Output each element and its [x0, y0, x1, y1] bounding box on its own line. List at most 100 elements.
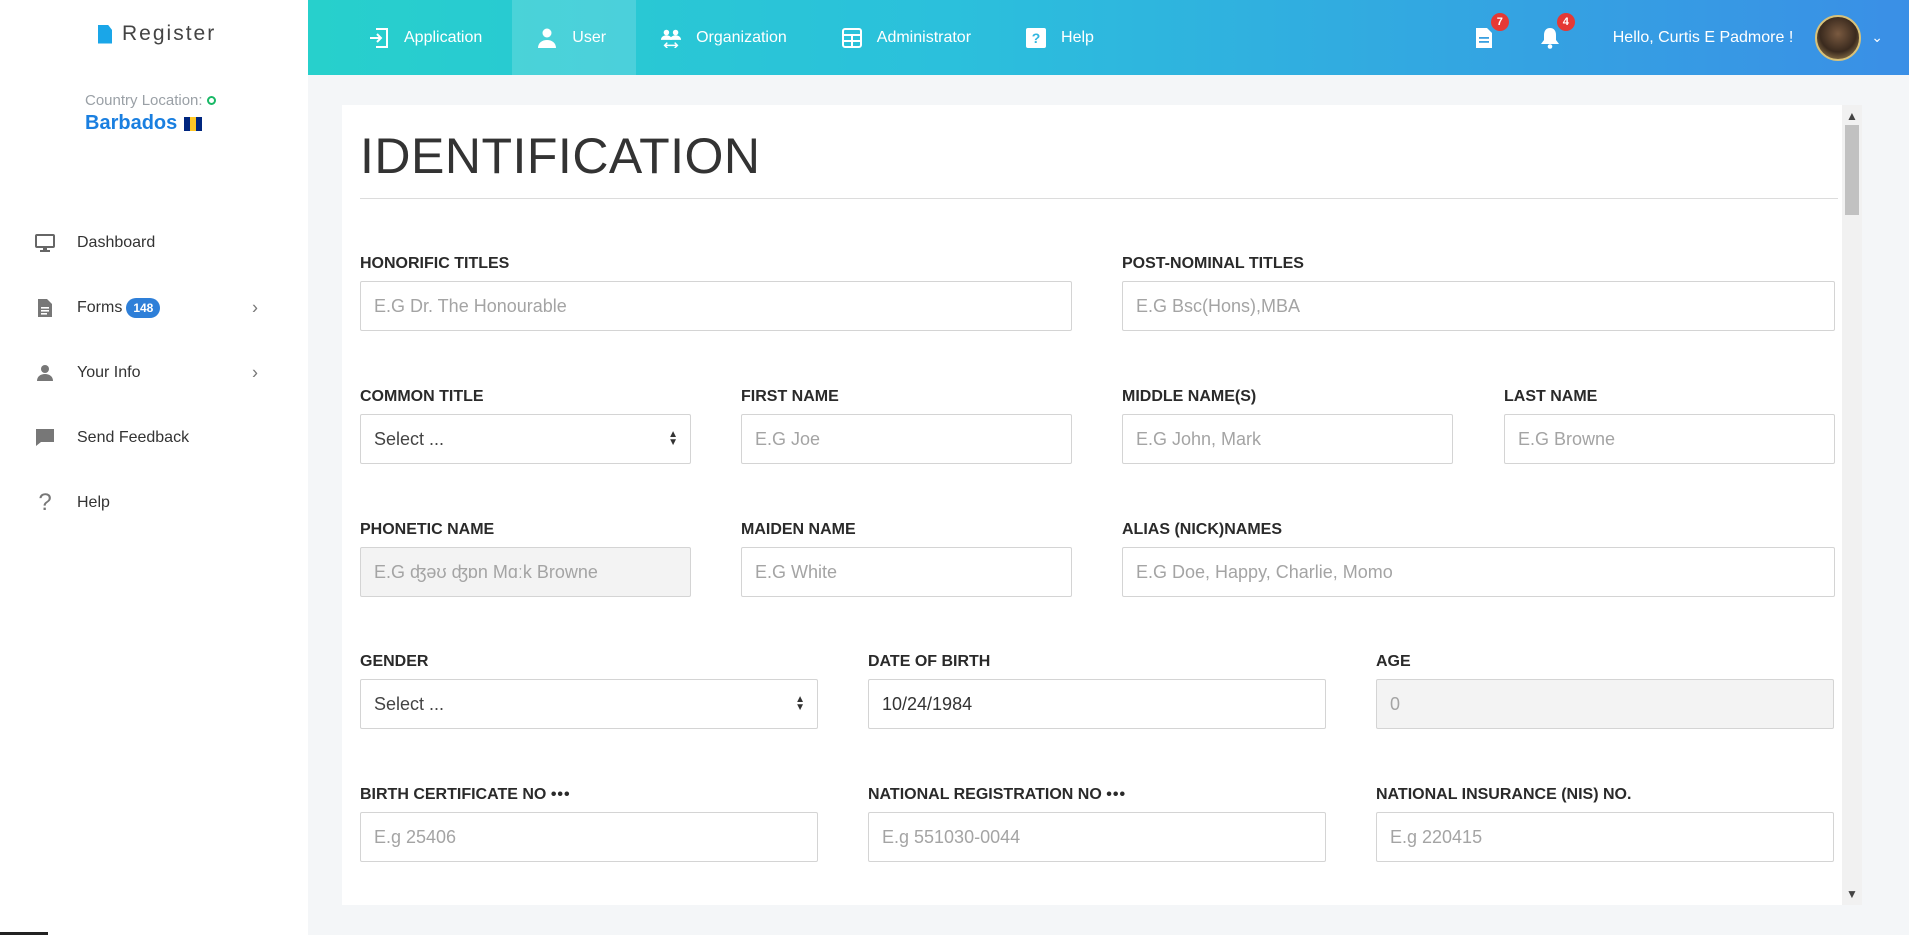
sidebar-item-help[interactable]: ? Help	[0, 470, 308, 535]
field-label: MAIDEN NAME	[741, 521, 856, 538]
post-nominal-titles-input[interactable]	[1122, 281, 1835, 331]
documents-count-badge: 7	[1490, 12, 1509, 31]
field-label: MIDDLE NAME(S)	[1122, 388, 1257, 405]
sidebar-item-label: Your Info	[77, 363, 141, 381]
tab-help[interactable]: ? Help	[1001, 0, 1124, 75]
grid-icon	[841, 27, 863, 49]
document-icon	[34, 297, 56, 319]
brand[interactable]: Register	[98, 22, 216, 46]
tab-label: Help	[1061, 28, 1094, 46]
honorific-titles-input[interactable]	[360, 281, 1072, 331]
login-icon	[368, 27, 390, 49]
tab-organization[interactable]: Organization	[636, 0, 817, 75]
sidebar-item-label: Help	[77, 493, 110, 511]
content-scrollbar[interactable]: ▲ ▼	[1842, 105, 1862, 905]
field-label: AGE	[1376, 653, 1411, 670]
honorific-titles-field: HONORIFIC TITLES	[360, 254, 1072, 331]
country-name-row: Barbados	[85, 112, 216, 135]
date-of-birth-input[interactable]	[868, 679, 1326, 729]
scroll-up-icon[interactable]: ▲	[1842, 107, 1862, 125]
post-nominal-titles-field: POST-NOMINAL TITLES	[1122, 254, 1835, 331]
tab-label: Organization	[696, 28, 787, 46]
chevron-down-icon[interactable]: ⌄	[1871, 29, 1883, 46]
tab-label: Application	[404, 28, 483, 46]
field-label: LAST NAME	[1504, 388, 1598, 405]
age-input[interactable]	[1376, 679, 1834, 729]
maiden-name-input[interactable]	[741, 547, 1072, 597]
select-arrows-icon: ▲ ▼	[795, 694, 805, 713]
avatar[interactable]	[1815, 14, 1862, 61]
sidebar-item-your-info[interactable]: Your Info ›	[0, 340, 308, 405]
sidebar-item-forms[interactable]: Forms 148 ›	[0, 275, 308, 340]
common-title-select[interactable]: Select ... ▲ ▼	[360, 414, 691, 464]
field-label: FIRST NAME	[741, 388, 839, 405]
tab-user[interactable]: User	[512, 0, 637, 75]
last-name-input[interactable]	[1504, 414, 1835, 464]
sidebar: Register Country Location: Barbados Dash…	[0, 0, 308, 935]
sidebar-item-label: Send Feedback	[77, 428, 190, 446]
alias-names-input[interactable]	[1122, 547, 1835, 597]
chevron-right-icon: ›	[252, 297, 258, 317]
scroll-down-icon[interactable]: ▼	[1842, 885, 1862, 903]
field-label: GENDER	[360, 653, 429, 670]
field-label: BIRTH CERTIFICATE NO	[360, 786, 547, 803]
group-icon	[660, 27, 682, 49]
field-label-row: NATIONAL REGISTRATION NO •••	[868, 785, 1326, 805]
user-icon	[536, 27, 558, 49]
alias-names-field: ALIAS (NICK)NAMES	[1122, 520, 1835, 597]
select-arrows-icon: ▲ ▼	[668, 429, 678, 448]
field-label: COMMON TITLE	[360, 388, 484, 405]
sidebar-nav: Dashboard Forms 148 › Your Info › Send F…	[0, 210, 308, 535]
page-title: IDENTIFICATION	[360, 128, 761, 184]
middle-names-field: MIDDLE NAME(S)	[1122, 387, 1453, 464]
tab-administrator[interactable]: Administrator	[817, 0, 1001, 75]
question-icon: ?	[38, 488, 52, 516]
nis-number-input[interactable]	[1376, 812, 1834, 862]
svg-text:?: ?	[1032, 30, 1041, 46]
country-location: Country Location: Barbados	[85, 92, 216, 135]
top-navigation-bar: Application User Organization Administra…	[308, 0, 1909, 75]
document-icon	[1475, 27, 1492, 48]
main-content: IDENTIFICATION HONORIFIC TITLES POST-NOM…	[308, 75, 1909, 935]
nis-number-field: NATIONAL INSURANCE (NIS) NO.	[1376, 785, 1834, 862]
tab-label: User	[572, 28, 607, 46]
user-greeting: Hello, Curtis E Padmore !	[1612, 28, 1794, 46]
gender-select[interactable]: Select ... ▲ ▼	[360, 679, 818, 729]
national-registration-field: NATIONAL REGISTRATION NO •••	[868, 785, 1326, 862]
age-field: AGE	[1376, 652, 1834, 729]
field-label: NATIONAL INSURANCE (NIS) NO.	[1376, 786, 1632, 803]
sidebar-item-send-feedback[interactable]: Send Feedback	[0, 405, 308, 470]
field-label-row: BIRTH CERTIFICATE NO •••	[360, 785, 818, 805]
phonetic-name-field: PHONETIC NAME	[360, 520, 691, 597]
field-label: HONORIFIC TITLES	[360, 255, 510, 272]
status-dot-icon	[206, 96, 216, 105]
country-location-label-row: Country Location:	[85, 92, 216, 109]
birth-certificate-input[interactable]	[360, 812, 818, 862]
middle-names-input[interactable]	[1122, 414, 1453, 464]
register-logo-icon	[98, 24, 112, 44]
notifications-button[interactable]: 4	[1537, 12, 1575, 51]
identification-card: IDENTIFICATION HONORIFIC TITLES POST-NOM…	[342, 105, 1862, 905]
title-divider	[360, 198, 1838, 199]
field-label: ALIAS (NICK)NAMES	[1122, 521, 1282, 538]
scrollbar-thumb[interactable]	[1845, 125, 1859, 215]
documents-button[interactable]: 7	[1471, 12, 1509, 51]
notifications-count-badge: 4	[1556, 12, 1575, 31]
national-registration-input[interactable]	[868, 812, 1326, 862]
sidebar-item-dashboard[interactable]: Dashboard	[0, 210, 308, 275]
bell-icon	[1540, 27, 1559, 49]
sidebar-item-label: Forms	[77, 298, 123, 316]
brand-name: Register	[122, 22, 217, 45]
more-options-icon[interactable]: •••	[1106, 786, 1126, 803]
country-name: Barbados	[85, 112, 178, 134]
more-options-icon[interactable]: •••	[551, 786, 571, 803]
tab-application[interactable]: Application	[344, 0, 512, 75]
top-menu: Application User Organization Administra…	[308, 0, 1124, 75]
monitor-icon	[34, 232, 56, 254]
phonetic-name-input[interactable]	[360, 547, 691, 597]
chat-icon	[34, 427, 56, 449]
first-name-input[interactable]	[741, 414, 1072, 464]
barbados-flag-icon	[184, 116, 203, 131]
last-name-field: LAST NAME	[1504, 387, 1835, 464]
field-label: NATIONAL REGISTRATION NO	[868, 786, 1102, 803]
